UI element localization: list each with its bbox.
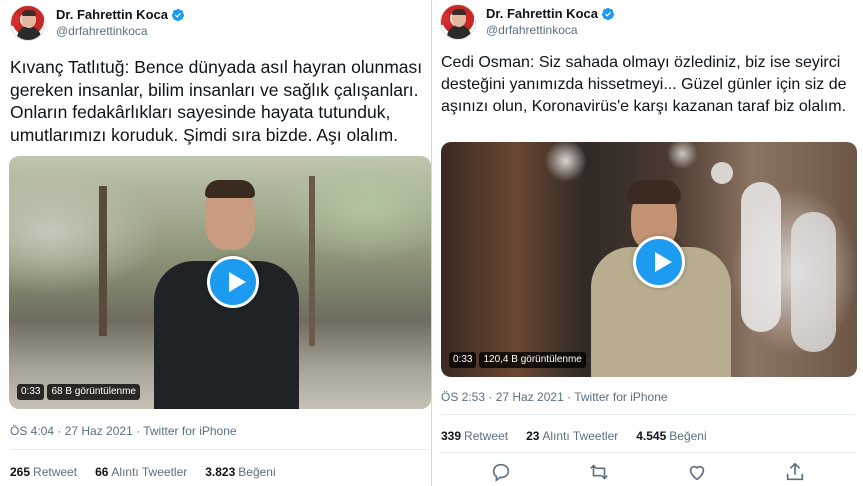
divider xyxy=(441,414,855,415)
quote-count[interactable]: 66 Alıntı Tweetler xyxy=(95,465,187,479)
verified-badge-icon xyxy=(171,8,185,21)
author-handle[interactable]: @drfahrettinkoca xyxy=(56,23,185,40)
video-duration: 0:33 xyxy=(17,384,45,400)
avatar[interactable] xyxy=(440,4,476,40)
avatar[interactable] xyxy=(10,5,46,41)
author-handle[interactable]: @drfahrettinkoca xyxy=(486,22,615,39)
retweet-count[interactable]: 265 Retweet xyxy=(10,465,77,479)
statue-figure xyxy=(791,212,836,352)
share-icon[interactable] xyxy=(784,461,806,483)
video-views: 120,4 B görüntülenme xyxy=(479,352,586,368)
tweet-card-cedi[interactable]: Dr. Fahrettin Koca @drfahrettinkoca Cedi… xyxy=(431,0,863,486)
tweet-stats: 265 Retweet 66 Alıntı Tweetler 3.823 Beğeni xyxy=(10,465,294,479)
divider xyxy=(441,452,855,453)
window-frame xyxy=(309,176,315,346)
window-frame xyxy=(99,186,107,336)
basketball xyxy=(711,162,733,184)
video-views: 68 B görüntülenme xyxy=(47,384,140,400)
play-button[interactable] xyxy=(633,236,685,288)
verified-badge-icon xyxy=(601,7,615,20)
tweet-text: Kıvanç Tatlıtuğ: Bence dünyada asıl hayr… xyxy=(10,57,423,145)
tweet-stats: 339 Retweet 23 Alıntı Tweetler 4.545 Beğeni xyxy=(441,429,725,443)
author-name[interactable]: Dr. Fahrettin Koca xyxy=(486,5,615,22)
tweet-text: Cedi Osman: Siz sahada olmayı özlediniz,… xyxy=(441,54,847,115)
divider xyxy=(10,449,428,450)
tweet-card-kivanc[interactable]: Dr. Fahrettin Koca @drfahrettinkoca Kıva… xyxy=(0,0,436,486)
video-meta: 0:33 68 B görüntülenme xyxy=(17,384,140,400)
video-duration: 0:33 xyxy=(449,352,477,368)
tweet-author[interactable]: Dr. Fahrettin Koca @drfahrettinkoca xyxy=(440,4,615,40)
statue-figure xyxy=(741,182,781,332)
like-count[interactable]: 3.823 Beğeni xyxy=(205,465,275,479)
video-meta: 0:33 120,4 B görüntülenme xyxy=(449,352,586,368)
video-player[interactable]: 0:33 68 B görüntülenme xyxy=(9,156,431,409)
tweet-timestamp[interactable]: ÖS 4:04 · 27 Haz 2021 · Twitter for iPho… xyxy=(10,424,237,438)
tweet-timestamp[interactable]: ÖS 2:53 · 27 Haz 2021 · Twitter for iPho… xyxy=(441,390,668,404)
tweet-author[interactable]: Dr. Fahrettin Koca @drfahrettinkoca xyxy=(10,5,185,41)
video-player[interactable]: 0:33 120,4 B görüntülenme xyxy=(441,142,857,377)
author-name[interactable]: Dr. Fahrettin Koca xyxy=(56,6,185,23)
retweet-count[interactable]: 339 Retweet xyxy=(441,429,508,443)
like-icon[interactable] xyxy=(686,461,708,483)
reply-icon[interactable] xyxy=(490,461,512,483)
quote-count[interactable]: 23 Alıntı Tweetler xyxy=(526,429,618,443)
retweet-icon[interactable] xyxy=(588,461,610,483)
tweet-actions xyxy=(432,461,863,483)
like-count[interactable]: 4.545 Beğeni xyxy=(636,429,706,443)
play-button[interactable] xyxy=(207,256,259,308)
